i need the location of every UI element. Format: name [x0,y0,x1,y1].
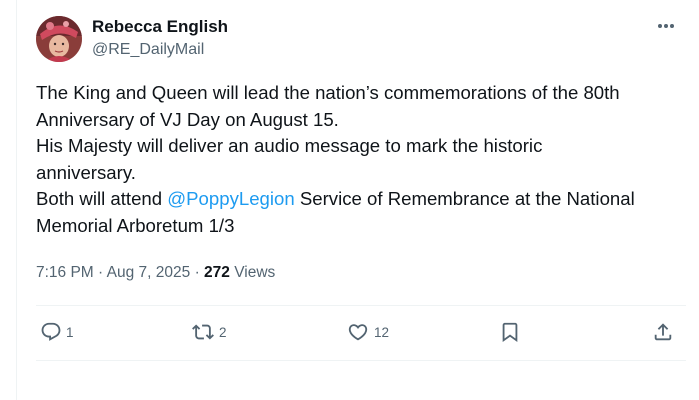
like-count: 12 [374,324,390,340]
author-name[interactable]: Rebecca English [92,17,228,37]
tweet-line: His Majesty will deliver an audio messag… [36,135,543,156]
reply-button[interactable]: 1 [40,319,74,345]
views-label: Views [229,264,276,281]
divider [36,305,686,306]
share-icon [654,323,672,341]
bookmark-icon [502,322,518,343]
repost-count: 2 [219,324,227,340]
tweet-text-segment: Both will attend [36,188,168,209]
reply-count: 1 [66,324,74,340]
like-icon [348,324,368,341]
views-link[interactable]: 272 Views [204,264,275,281]
tweet-line: The King and Queen will lead the nation’… [36,82,620,103]
share-button[interactable] [652,319,674,345]
views-count: 272 [204,264,230,281]
repost-icon [192,324,214,340]
tweet-date: Aug 7, 2025 [106,264,191,281]
repost-button[interactable]: 2 [191,319,227,345]
tweet-text-segment: Service of Remembrance at the National [294,188,635,209]
meta-separator: · [190,264,205,281]
like-button[interactable]: 12 [346,319,389,345]
divider [36,360,686,361]
timestamp-link[interactable]: 7:16 PM · Aug 7, 2025 [36,264,190,281]
tweet-line: Anniversary of VJ Day on August 15. [36,108,339,130]
tweet-line: Memorial Arboretum 1/3 [36,214,235,236]
reply-icon [41,322,61,341]
bookmark-button[interactable] [499,319,521,345]
tweet-text: The King and Queen will lead the nation’… [36,80,686,239]
meta-separator: · [93,264,107,281]
tweet-line: anniversary. [36,161,136,183]
more-icon [658,24,674,28]
tweet-line: Both will attend @PoppyLegion Service of… [36,186,686,213]
tweet-time: 7:16 PM [36,264,94,281]
more-options-button[interactable] [652,14,680,38]
tweet-meta: 7:16 PM · Aug 7, 2025 · 272 Views [36,264,275,282]
author-handle[interactable]: @RE_DailyMail [92,41,204,59]
mention-link[interactable]: @PoppyLegion [167,188,294,209]
avatar[interactable] [36,16,82,62]
avatar-image [36,16,82,62]
